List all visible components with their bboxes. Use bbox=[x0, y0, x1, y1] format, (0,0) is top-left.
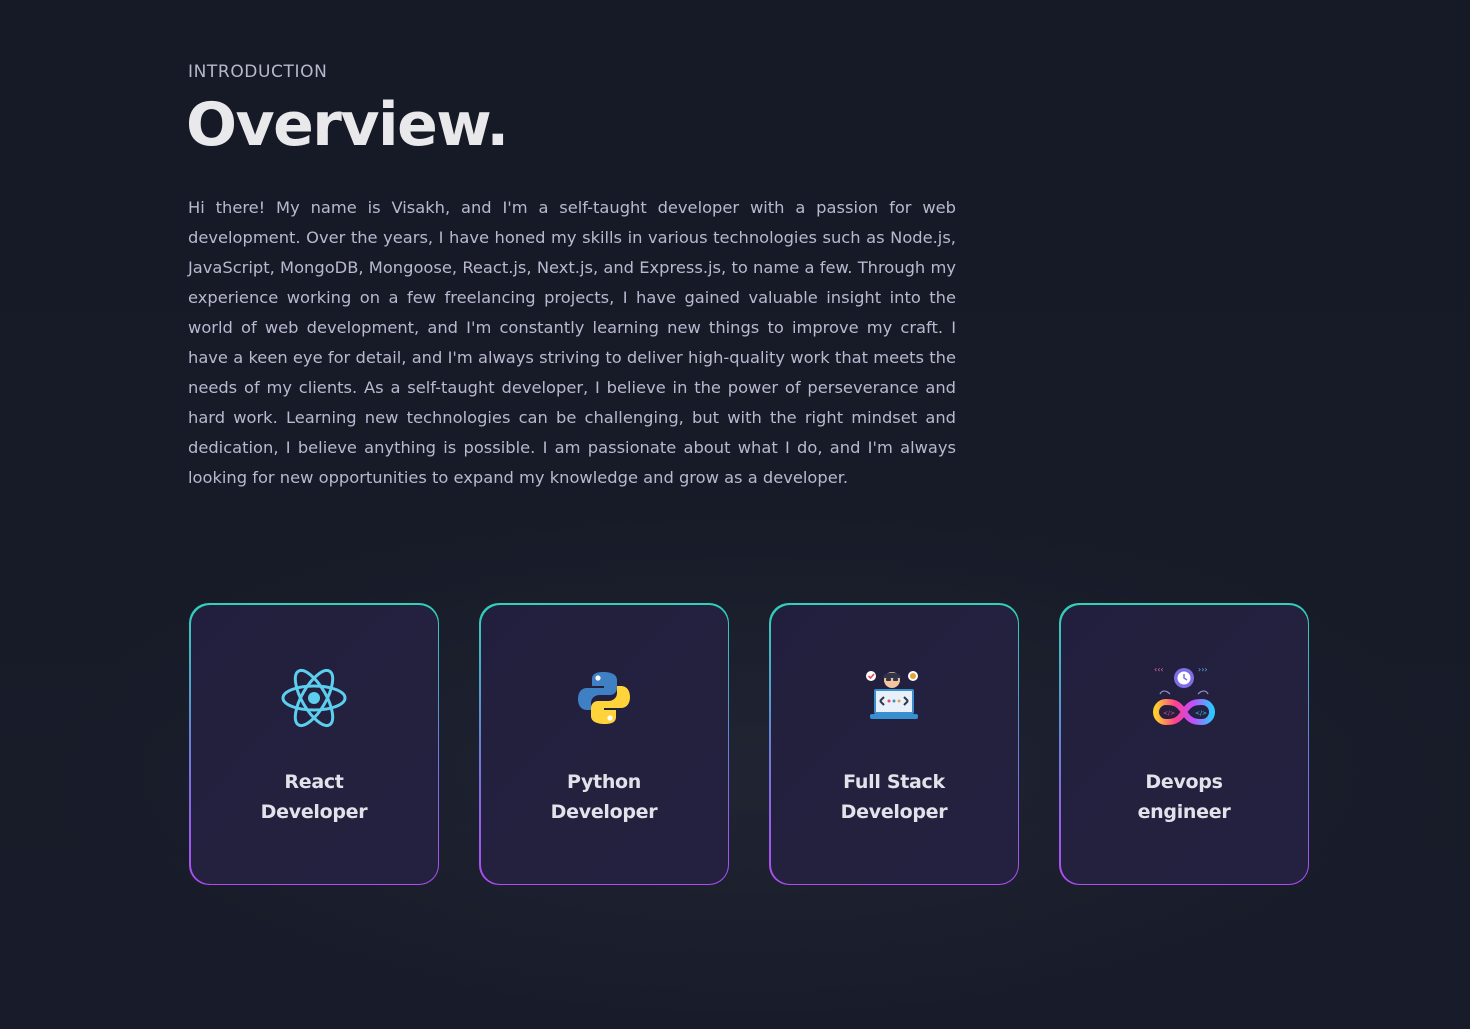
card-title: Devops engineer bbox=[1137, 770, 1231, 823]
card-title: React Developer bbox=[260, 770, 368, 823]
card-body: ‹‹‹ ››› </> </> Devops engineer bbox=[1060, 604, 1308, 884]
card-title: Python Developer bbox=[550, 770, 658, 823]
svg-text:‹‹‹: ‹‹‹ bbox=[1154, 665, 1164, 674]
service-card-python[interactable]: Python Developer bbox=[479, 603, 729, 885]
svg-text:</>: </> bbox=[1195, 710, 1207, 717]
section-eyebrow: INTRODUCTION bbox=[188, 62, 328, 82]
intro-paragraph: Hi there! My name is Visakh, and I'm a s… bbox=[188, 198, 956, 487]
card-body: Full Stack Developer bbox=[770, 604, 1018, 884]
service-cards: React Developer Python Developer Full St… bbox=[189, 603, 1309, 885]
overview-section: INTRODUCTION Overview. Hi there! My name… bbox=[0, 0, 1470, 1029]
service-card-full-stack[interactable]: Full Stack Developer bbox=[769, 603, 1019, 885]
svg-text:</>: </> bbox=[1163, 710, 1175, 717]
service-card-devops[interactable]: ‹‹‹ ››› </> </> Devops engineer bbox=[1059, 603, 1309, 885]
full-stack-developer-icon bbox=[859, 663, 929, 733]
service-card-react[interactable]: React Developer bbox=[189, 603, 439, 885]
section-title: Overview. bbox=[186, 90, 509, 160]
card-title: Full Stack Developer bbox=[840, 770, 948, 823]
svg-text:›››: ››› bbox=[1198, 665, 1208, 674]
card-body: Python Developer bbox=[480, 604, 728, 884]
devops-infinity-icon: ‹‹‹ ››› </> </> bbox=[1149, 663, 1219, 733]
react-icon bbox=[279, 663, 349, 733]
python-icon bbox=[569, 663, 639, 733]
card-body: React Developer bbox=[190, 604, 438, 884]
